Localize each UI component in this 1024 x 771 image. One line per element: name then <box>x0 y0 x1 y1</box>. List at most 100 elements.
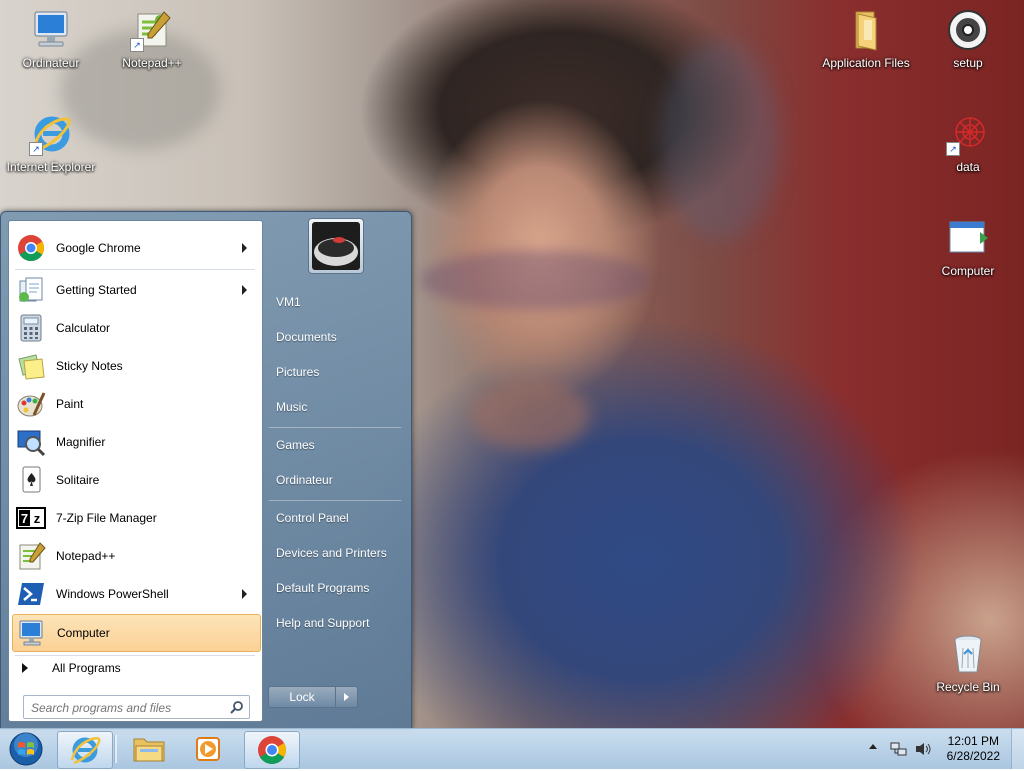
start-button[interactable] <box>6 731 46 767</box>
desktop-icon-label: Notepad++ <box>122 56 182 70</box>
data-network-icon: ↗ <box>946 112 990 156</box>
svg-text:7: 7 <box>21 511 28 526</box>
user-avatar[interactable] <box>308 218 364 274</box>
lock-button[interactable]: Lock <box>268 686 336 708</box>
places-music[interactable]: Music <box>276 400 307 414</box>
program-windows-powershell[interactable]: Windows PowerShell <box>12 576 259 612</box>
program-label: Sticky Notes <box>56 359 123 373</box>
program-label: Magnifier <box>56 435 106 449</box>
desktop-icon-internet-explorer[interactable]: ↗ Internet Explorer <box>3 112 99 174</box>
desktop-icon-label: Recycle Bin <box>936 680 1000 694</box>
show-hidden-icons-button[interactable] <box>869 744 877 749</box>
program-getting-started[interactable]: Getting Started <box>12 272 259 308</box>
submenu-arrow-icon[interactable] <box>242 589 247 599</box>
expand-arrow-icon <box>22 663 28 673</box>
program-calculator[interactable]: Calculator <box>12 310 259 346</box>
program-label: Windows PowerShell <box>56 587 169 601</box>
program-label: Getting Started <box>56 283 137 297</box>
search-input[interactable] <box>29 698 223 718</box>
program-google-chrome[interactable]: Google Chrome <box>12 230 259 266</box>
program-label: Solitaire <box>56 473 100 487</box>
desktop-icon-notepadpp[interactable]: ↗ Notepad++ <box>104 8 200 70</box>
show-desktop-button[interactable] <box>1011 729 1024 769</box>
calculator-icon <box>16 313 46 343</box>
submenu-arrow-icon[interactable] <box>242 285 247 295</box>
places-control-panel[interactable]: Control Panel <box>276 511 349 525</box>
internet-explorer-icon: ↗ <box>29 112 73 156</box>
paint-icon <box>16 389 46 419</box>
desktop-icon-setup[interactable]: setup <box>920 8 1016 70</box>
clock[interactable]: 12:01 PM 6/28/2022 <box>947 734 1000 764</box>
taskbar-media-player[interactable] <box>181 731 235 767</box>
program-label: Paint <box>56 397 84 411</box>
program-magnifier[interactable]: Magnifier <box>12 424 259 460</box>
places-help-and-support[interactable]: Help and Support <box>276 616 369 630</box>
taskbar-google-chrome[interactable] <box>244 731 300 769</box>
start-menu-programs-pane: Google Chrome Getting Started Calculator… <box>8 220 263 722</box>
desktop-icon-label: setup <box>953 56 983 70</box>
places-ordinateur[interactable]: Ordinateur <box>276 473 333 487</box>
shortcut-arrow-icon: ↗ <box>29 142 43 156</box>
all-programs-label: All Programs <box>52 661 121 675</box>
shortcut-arrow-icon: ↗ <box>946 142 960 156</box>
shutdown-options-button[interactable] <box>335 686 358 708</box>
submenu-arrow-icon[interactable] <box>242 243 247 253</box>
divider <box>269 427 401 428</box>
places-devices-and-printers[interactable]: Devices and Printers <box>276 546 387 560</box>
taskbar: 12:01 PM 6/28/2022 <box>0 728 1024 769</box>
desktop-icon-label: Ordinateur <box>22 56 80 70</box>
divider <box>269 500 401 501</box>
program-computer[interactable]: Computer <box>12 614 261 652</box>
program-notepadpp[interactable]: Notepad++ <box>12 538 259 574</box>
folder-icon <box>133 738 165 762</box>
all-programs-button[interactable]: All Programs <box>12 651 259 685</box>
places-user-vm1[interactable]: VM1 <box>276 295 301 309</box>
divider <box>15 269 255 270</box>
windows-logo-icon <box>9 732 43 766</box>
taskbar-internet-explorer[interactable] <box>57 731 113 769</box>
desktop-icon-recycle-bin[interactable]: Recycle Bin <box>920 632 1016 694</box>
places-games[interactable]: Games <box>276 438 315 452</box>
places-default-programs[interactable]: Default Programs <box>276 581 369 595</box>
7zip-icon: 7 z <box>16 503 46 533</box>
desktop-icon-label: data <box>956 160 980 174</box>
desktop-icon-label: Computer <box>941 264 995 278</box>
getting-started-icon <box>16 275 46 305</box>
taskbar-windows-explorer[interactable] <box>122 731 176 767</box>
desktop-icon-application-files[interactable]: Application Files <box>818 8 914 70</box>
program-sticky-notes[interactable]: Sticky Notes <box>12 348 259 384</box>
places-documents[interactable]: Documents <box>276 330 337 344</box>
desktop-icon-ordinateur[interactable]: Ordinateur <box>3 8 99 70</box>
program-paint[interactable]: Paint <box>12 386 259 422</box>
clock-time: 12:01 PM <box>947 734 999 748</box>
places-pictures[interactable]: Pictures <box>276 365 319 379</box>
search-icon[interactable] <box>230 700 244 714</box>
search-box[interactable] <box>23 695 250 719</box>
desktop-icon-computer[interactable]: Computer <box>920 216 1016 278</box>
program-label: Calculator <box>56 321 111 335</box>
media-player-icon <box>196 737 220 761</box>
program-solitaire[interactable]: Solitaire <box>12 462 259 498</box>
volume-icon[interactable] <box>914 741 932 757</box>
desktop-icon-label: Application Files <box>822 56 910 70</box>
notepadpp-icon: ↗ <box>130 8 174 52</box>
svg-text:z: z <box>34 511 41 526</box>
magnifier-icon <box>16 427 46 457</box>
program-label: Google Chrome <box>56 241 141 255</box>
program-label: 7-Zip File Manager <box>56 511 157 525</box>
program-7zip[interactable]: 7 z 7-Zip File Manager <box>12 500 259 536</box>
internet-explorer-icon <box>70 737 101 765</box>
start-menu: Google Chrome Getting Started Calculator… <box>0 211 412 730</box>
avatar-image-icon <box>312 222 360 270</box>
folder-icon <box>844 8 888 52</box>
recycle-bin-icon <box>946 632 990 676</box>
desktop-icon-label: Internet Explorer <box>6 160 96 174</box>
network-icon[interactable] <box>890 741 908 757</box>
powershell-icon <box>16 579 46 609</box>
chrome-icon <box>258 736 286 764</box>
disc-icon <box>946 8 990 52</box>
application-window-icon <box>946 216 990 260</box>
solitaire-icon <box>16 465 46 495</box>
desktop-icon-data[interactable]: ↗ data <box>920 112 1016 174</box>
computer-icon <box>17 618 47 648</box>
